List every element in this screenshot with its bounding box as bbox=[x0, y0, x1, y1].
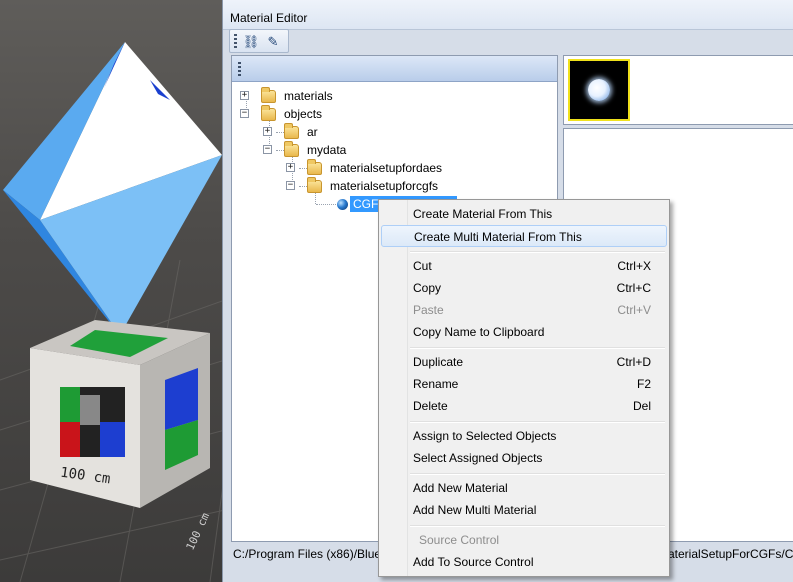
toolbar-grip-icon[interactable] bbox=[234, 34, 237, 48]
status-path-left: C:/Program Files (x86)/Blue bbox=[233, 547, 382, 561]
tree-item-label: ar bbox=[307, 125, 318, 139]
menu-item-add-new-multi-material[interactable]: Add New Multi Material bbox=[381, 499, 667, 521]
folder-icon bbox=[284, 141, 299, 157]
3d-viewport[interactable]: 100 cm 100 cm bbox=[0, 0, 225, 582]
toolbar: ⛓ ✎ bbox=[229, 29, 289, 53]
material-sphere-icon bbox=[337, 199, 348, 210]
collapse-icon[interactable]: − bbox=[286, 181, 295, 190]
folder-icon bbox=[307, 159, 322, 175]
menu-item-paste: Paste Ctrl+V bbox=[413, 303, 651, 317]
menu-separator bbox=[410, 347, 665, 349]
menu-item-add-to-source-control[interactable]: Add To Source Control bbox=[381, 551, 667, 573]
tree-header-bar bbox=[232, 56, 557, 82]
expand-icon[interactable]: + bbox=[286, 163, 295, 172]
tree-item-label: objects bbox=[284, 107, 323, 121]
tree-item-label: materialsetupfordaes bbox=[330, 161, 443, 175]
menu-item-duplicate[interactable]: Duplicate Ctrl+D bbox=[381, 351, 667, 373]
select-objects-icon[interactable]: ⛓ bbox=[241, 33, 261, 50]
context-menu: Create Material From This Create Multi M… bbox=[378, 199, 670, 577]
material-preview-pane bbox=[563, 55, 793, 125]
window-title: Material Editor bbox=[230, 11, 308, 25]
menu-separator bbox=[410, 251, 665, 253]
expand-icon[interactable]: + bbox=[263, 127, 272, 136]
folder-icon bbox=[261, 87, 276, 103]
menu-separator bbox=[410, 473, 665, 475]
menu-item-rename[interactable]: Rename F2 bbox=[381, 373, 667, 395]
menu-item-create-multi-material[interactable]: Create Multi Material From This bbox=[381, 225, 667, 247]
tree-item-label: mydata bbox=[307, 143, 347, 157]
menu-item-assign-selected[interactable]: Assign to Selected Objects bbox=[381, 425, 667, 447]
menu-item-copy[interactable]: Copy Ctrl+C bbox=[381, 277, 667, 299]
menu-item-copy-name[interactable]: Copy Name to Clipboard bbox=[381, 321, 667, 343]
viewport-scene bbox=[0, 42, 225, 582]
material-thumbnail[interactable] bbox=[568, 59, 630, 121]
status-path-right: aterialSetupForCGFs/CGF_ bbox=[668, 547, 793, 561]
menu-item-source-control: Source Control bbox=[419, 533, 500, 547]
menu-item-delete[interactable]: Delete Del bbox=[381, 395, 667, 417]
expand-icon[interactable]: + bbox=[240, 91, 249, 100]
pick-material-icon[interactable]: ✎ bbox=[263, 33, 283, 50]
folder-icon bbox=[307, 177, 322, 193]
collapse-icon[interactable]: − bbox=[263, 145, 272, 154]
menu-separator bbox=[410, 421, 665, 423]
menu-item-add-new-material[interactable]: Add New Material bbox=[381, 477, 667, 499]
menu-item-select-assigned[interactable]: Select Assigned Objects bbox=[381, 447, 667, 469]
menu-separator bbox=[410, 525, 665, 527]
menu-item-create-material[interactable]: Create Material From This bbox=[381, 203, 667, 225]
tree-item-label: materials bbox=[284, 89, 333, 103]
folder-icon bbox=[261, 105, 276, 121]
menu-item-cut[interactable]: Cut Ctrl+X bbox=[381, 255, 667, 277]
title-bar[interactable]: Material Editor bbox=[223, 0, 793, 30]
folder-icon bbox=[284, 123, 299, 139]
tree-grip-icon[interactable] bbox=[238, 62, 241, 76]
preview-sphere-icon bbox=[588, 79, 610, 101]
tree-item-label: materialsetupforcgfs bbox=[330, 179, 439, 193]
collapse-icon[interactable]: − bbox=[240, 109, 249, 118]
